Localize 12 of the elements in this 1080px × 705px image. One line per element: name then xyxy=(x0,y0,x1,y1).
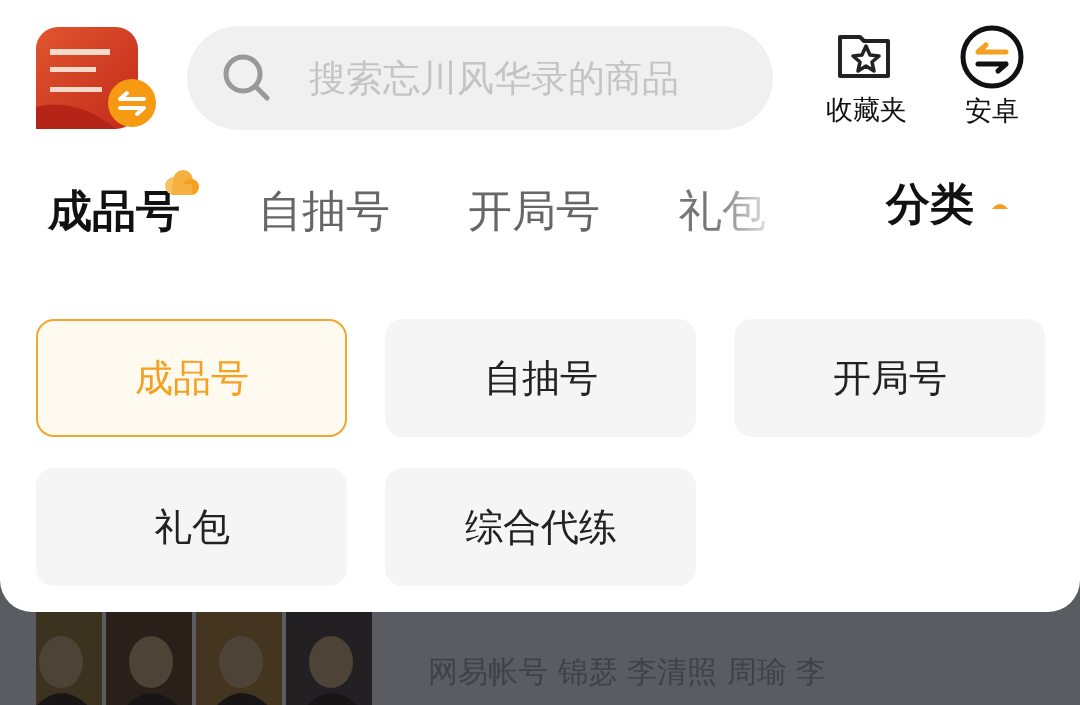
action-label[interactable]: 安卓 xyxy=(965,93,1019,129)
category-option[interactable]: 礼包 xyxy=(36,468,347,586)
action-label[interactable]: 收藏夹 xyxy=(825,92,907,128)
category-option[interactable]: 自抽号 xyxy=(385,319,696,437)
swap-icon[interactable] xyxy=(960,25,1024,89)
tab[interactable]: 成品号 xyxy=(48,168,202,241)
category-toggle[interactable]: 分类 xyxy=(886,175,1010,234)
category-option[interactable]: 综合代练 xyxy=(385,468,696,586)
category-option[interactable]: 开局号 xyxy=(734,319,1045,437)
tab[interactable]: 开局号 xyxy=(468,168,600,241)
search-icon xyxy=(221,52,273,104)
tab[interactable]: 自抽号 xyxy=(258,168,390,241)
